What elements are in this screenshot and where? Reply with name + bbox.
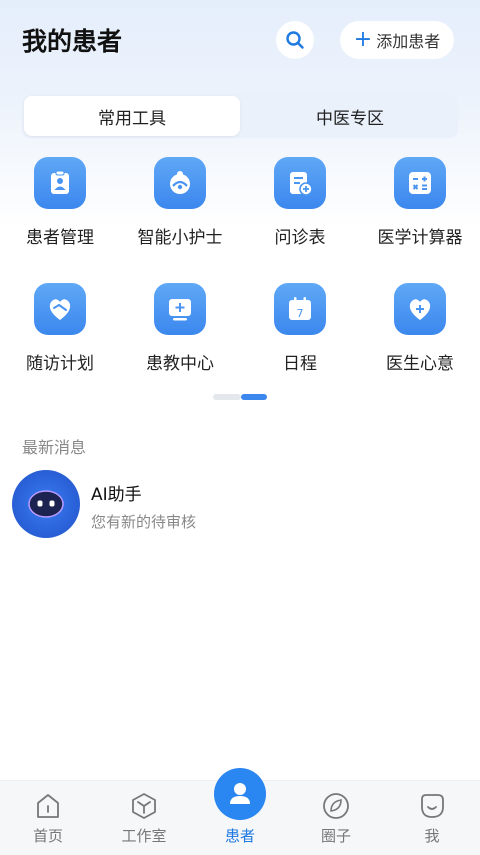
- cube-icon: [132, 793, 156, 819]
- tab-label: 工作室: [121, 827, 167, 845]
- add-patient-label: 添加患者: [376, 32, 441, 51]
- heart-plus-icon: [394, 283, 446, 335]
- tab-label: 患者: [224, 827, 255, 845]
- leaf-circle-icon: [323, 793, 349, 819]
- home-icon: [37, 794, 59, 818]
- tab-label: 我: [424, 827, 440, 845]
- education-board-icon: [154, 283, 206, 335]
- tool-schedule[interactable]: 7 日程: [240, 283, 360, 374]
- tool-patient-education[interactable]: 患教中心: [120, 283, 240, 374]
- page-dot-active: [241, 394, 267, 400]
- tab-circle[interactable]: 圈子: [288, 789, 384, 846]
- calculator-icon: [394, 157, 446, 209]
- page-title: 我的患者: [22, 27, 123, 56]
- latest-messages-label: 最新消息: [22, 438, 87, 457]
- tab-label: 圈子: [320, 827, 351, 845]
- tool-consultation-form[interactable]: 问诊表: [240, 157, 360, 248]
- svg-text:7: 7: [297, 307, 304, 320]
- tool-segment-control: 常用工具 中医专区: [22, 94, 458, 138]
- tool-follow-up-plan[interactable]: 随访计划: [0, 283, 120, 374]
- add-patient-button[interactable]: + 添加患者: [340, 21, 454, 59]
- tool-label: 患教中心: [146, 354, 214, 374]
- tab-studio[interactable]: 工作室: [96, 789, 192, 846]
- tool-label: 医生心意: [386, 354, 454, 374]
- plus-icon: +: [353, 27, 373, 52]
- tool-doctor-gratitude[interactable]: 医生心意: [360, 283, 480, 374]
- message-preview: 您有新的待审核: [91, 513, 197, 531]
- tab-common-tools[interactable]: 常用工具: [24, 96, 240, 136]
- message-item[interactable]: AI助手 您有新的待审核: [12, 470, 468, 538]
- search-icon: [286, 31, 304, 49]
- search-button[interactable]: [276, 21, 314, 59]
- tab-tcm-zone[interactable]: 中医专区: [242, 94, 458, 138]
- patients-tab-highlight[interactable]: [214, 768, 266, 820]
- tool-label: 患者管理: [26, 228, 94, 248]
- tool-label: 随访计划: [26, 354, 94, 374]
- person-icon: [230, 783, 250, 804]
- tool-label: 智能小护士: [137, 228, 223, 248]
- robot-icon: [28, 490, 64, 518]
- tab-home[interactable]: 首页: [0, 789, 96, 846]
- page-header: 我的患者 + 添加患者: [0, 0, 480, 90]
- nurse-icon: [154, 157, 206, 209]
- tool-label: 问诊表: [274, 228, 326, 248]
- heart-handshake-icon: [34, 283, 86, 335]
- form-add-icon: [274, 157, 326, 209]
- page-indicator: [213, 394, 267, 400]
- clipboard-person-icon: [34, 157, 86, 209]
- tool-label: 医学计算器: [377, 228, 463, 248]
- tab-me[interactable]: 我: [384, 789, 480, 846]
- tab-label: 首页: [32, 827, 63, 845]
- tool-label: 日程: [283, 354, 317, 374]
- tool-smart-nurse[interactable]: 智能小护士: [120, 157, 240, 248]
- page-dot: [213, 394, 241, 400]
- tool-medical-calculator[interactable]: 医学计算器: [360, 157, 480, 248]
- ai-assistant-avatar: [12, 470, 80, 538]
- message-sender: AI助手: [91, 485, 142, 505]
- smile-icon: [421, 794, 444, 818]
- tool-patient-management[interactable]: 患者管理: [0, 157, 120, 248]
- calendar-icon: 7: [274, 283, 326, 335]
